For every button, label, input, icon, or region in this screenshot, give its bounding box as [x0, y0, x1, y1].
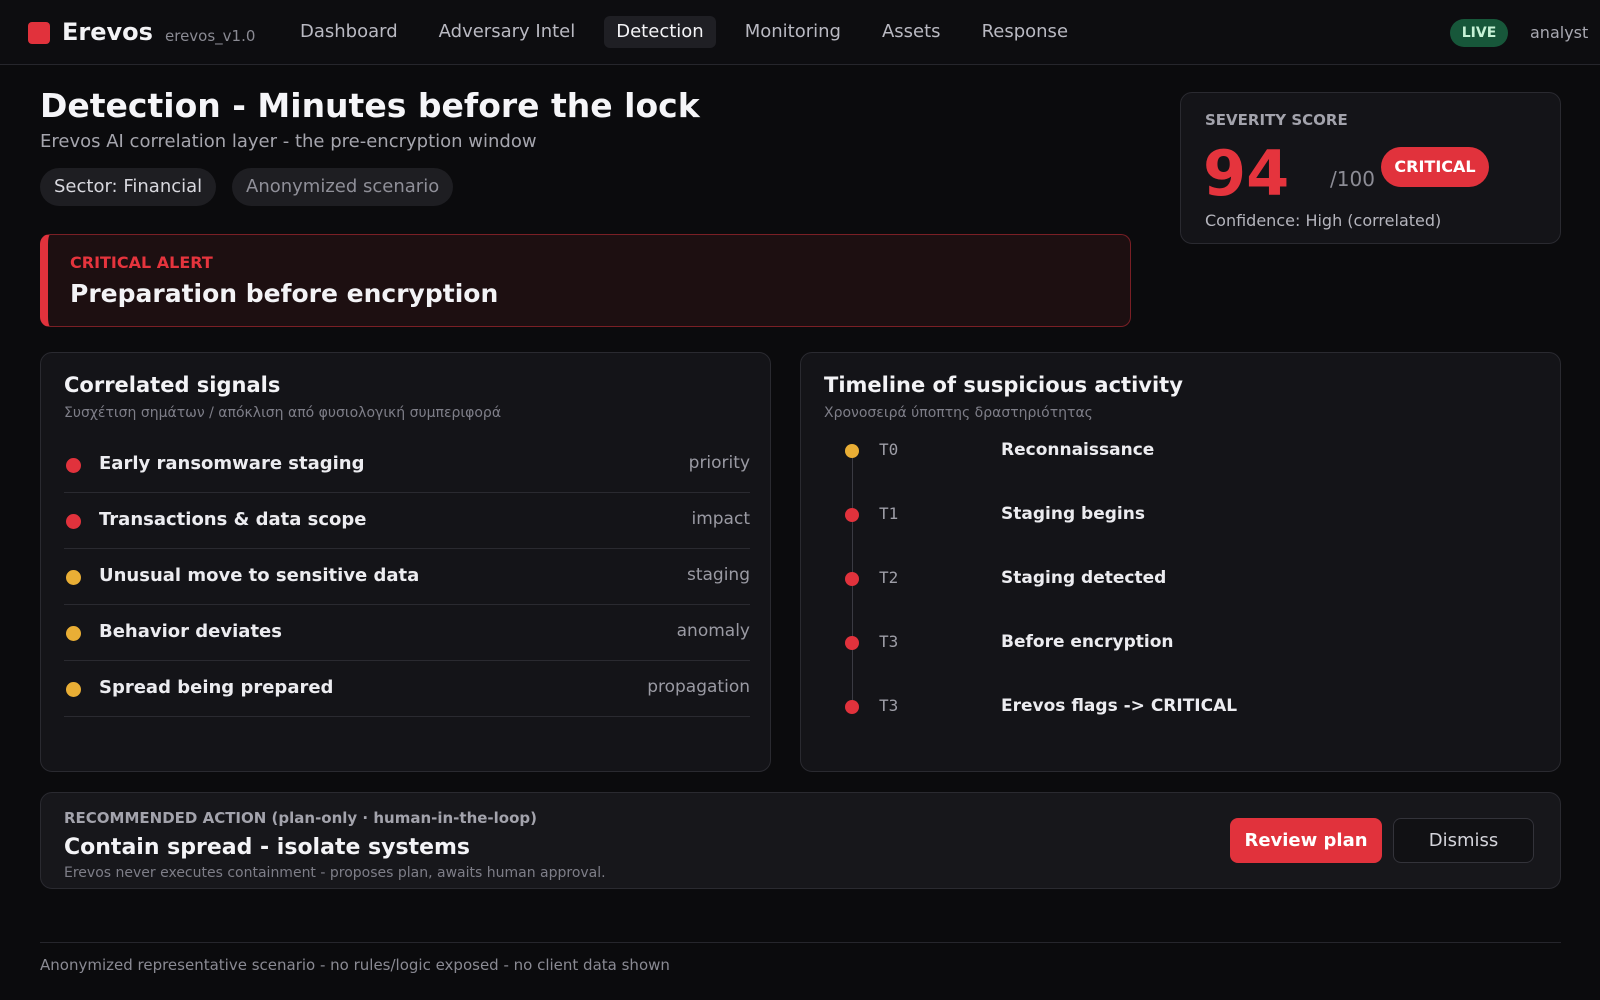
signal-row[interactable]: Spread being prepared propagation: [64, 661, 750, 717]
timeline-event[interactable]: T3 Erevos flags -> CRITICAL: [824, 692, 1524, 722]
signals-subtitle: Συσχέτιση σημάτων / απόκλιση από φυσιολο…: [64, 405, 502, 421]
signal-label: Transactions & data scope: [99, 509, 367, 530]
timeline-event-label: Staging detected: [1001, 568, 1167, 588]
page-subtitle: Erevos AI correlation layer - the pre-en…: [40, 131, 537, 152]
action-note: Erevos never executes containment - prop…: [64, 865, 606, 881]
timeline-title: Timeline of suspicious activity: [824, 373, 1183, 397]
user-menu[interactable]: analyst: [1530, 23, 1588, 42]
recommended-action-card: RECOMMENDED ACTION (plan-only · human-in…: [40, 792, 1561, 889]
signal-tag: anomaly: [676, 621, 750, 641]
signal-tag: impact: [691, 509, 750, 529]
severity-dot-icon: [66, 570, 81, 585]
severity-max: /100: [1330, 167, 1375, 191]
timeline-dot-icon: [845, 508, 859, 522]
signals-list: Early ransomware staging priority Transa…: [64, 437, 750, 717]
main-nav: Dashboard Adversary Intel Detection Moni…: [288, 16, 1097, 48]
timeline-event-label: Erevos flags -> CRITICAL: [1001, 696, 1238, 716]
severity-dot-icon: [66, 514, 81, 529]
signals-title: Correlated signals: [64, 373, 281, 397]
action-title: Contain spread - isolate systems: [64, 835, 471, 860]
alert-title: Preparation before encryption: [70, 279, 499, 308]
nav-item-adversary-intel[interactable]: Adversary Intel: [427, 16, 588, 48]
timeline-event-label: Before encryption: [1001, 632, 1174, 652]
footer-divider: [40, 942, 1561, 943]
signal-row[interactable]: Early ransomware staging priority: [64, 437, 750, 493]
signal-row[interactable]: Unusual move to sensitive data staging: [64, 549, 750, 605]
logo-icon: [28, 22, 50, 44]
timeline-event[interactable]: T2 Staging detected: [824, 564, 1524, 594]
footer-disclaimer: Anonymized representative scenario - no …: [40, 956, 670, 974]
review-plan-button[interactable]: Review plan: [1230, 818, 1382, 863]
signal-tag: propagation: [647, 677, 750, 697]
page-title: Detection - Minutes before the lock: [40, 86, 700, 125]
severity-dot-icon: [66, 682, 81, 697]
timeline-time: T0: [879, 440, 899, 459]
nav-item-response[interactable]: Response: [970, 16, 1080, 48]
timeline-dot-icon: [845, 572, 859, 586]
correlated-signals-panel: Correlated signals Συσχέτιση σημάτων / α…: [40, 352, 771, 772]
nav-item-detection[interactable]: Detection: [604, 16, 716, 48]
timeline-event[interactable]: T3 Before encryption: [824, 628, 1524, 658]
live-status-badge: LIVE: [1450, 19, 1508, 47]
signal-label: Behavior deviates: [99, 621, 282, 642]
timeline-event[interactable]: T1 Staging begins: [824, 500, 1524, 530]
timeline-time: T2: [879, 568, 899, 587]
nav-item-assets[interactable]: Assets: [870, 16, 953, 48]
signal-label: Unusual move to sensitive data: [99, 565, 420, 586]
severity-score: 94: [1203, 137, 1290, 210]
timeline-event-label: Reconnaissance: [1001, 440, 1155, 460]
timeline-dot-icon: [845, 636, 859, 650]
signal-row[interactable]: Transactions & data scope impact: [64, 493, 750, 549]
severity-card: SEVERITY SCORE 94 /100 CRITICAL Confiden…: [1180, 92, 1561, 244]
signal-tag: staging: [686, 565, 750, 585]
severity-badge: CRITICAL: [1381, 147, 1489, 187]
dismiss-button[interactable]: Dismiss: [1393, 818, 1534, 863]
signal-label: Spread being prepared: [99, 677, 334, 698]
timeline-time: T3: [879, 632, 899, 651]
brand-name[interactable]: Erevos: [62, 18, 153, 46]
timeline-time: T1: [879, 504, 899, 523]
severity-label: SEVERITY SCORE: [1205, 111, 1348, 129]
action-label: RECOMMENDED ACTION (plan-only · human-in…: [64, 809, 537, 827]
severity-dot-icon: [66, 626, 81, 641]
timeline-event-label: Staging begins: [1001, 504, 1145, 524]
signal-label: Early ransomware staging: [99, 453, 365, 474]
timeline-dot-icon: [845, 700, 859, 714]
severity-dot-icon: [66, 458, 81, 473]
version-label: erevos_v1.0: [165, 27, 256, 45]
signal-tag: priority: [688, 453, 750, 473]
critical-alert-banner: CRITICAL ALERT Preparation before encryp…: [40, 234, 1131, 327]
alert-label: CRITICAL ALERT: [70, 253, 213, 272]
timeline-panel: Timeline of suspicious activity Χρονοσει…: [800, 352, 1561, 772]
scenario-chip: Anonymized scenario: [232, 168, 454, 206]
sector-chip: Sector: Financial: [40, 168, 217, 206]
timeline-event[interactable]: T0 Reconnaissance: [824, 436, 1524, 466]
top-navbar: Erevos erevos_v1.0 Dashboard Adversary I…: [0, 0, 1600, 65]
nav-item-dashboard[interactable]: Dashboard: [288, 16, 410, 48]
timeline-subtitle: Χρονοσειρά ύποπτης δραστηριότητας: [824, 405, 1093, 421]
timeline-dot-icon: [845, 444, 859, 458]
signal-row[interactable]: Behavior deviates anomaly: [64, 605, 750, 661]
confidence-label: Confidence: High (correlated): [1205, 211, 1442, 230]
timeline-time: T3: [879, 696, 899, 715]
nav-item-monitoring[interactable]: Monitoring: [733, 16, 853, 48]
